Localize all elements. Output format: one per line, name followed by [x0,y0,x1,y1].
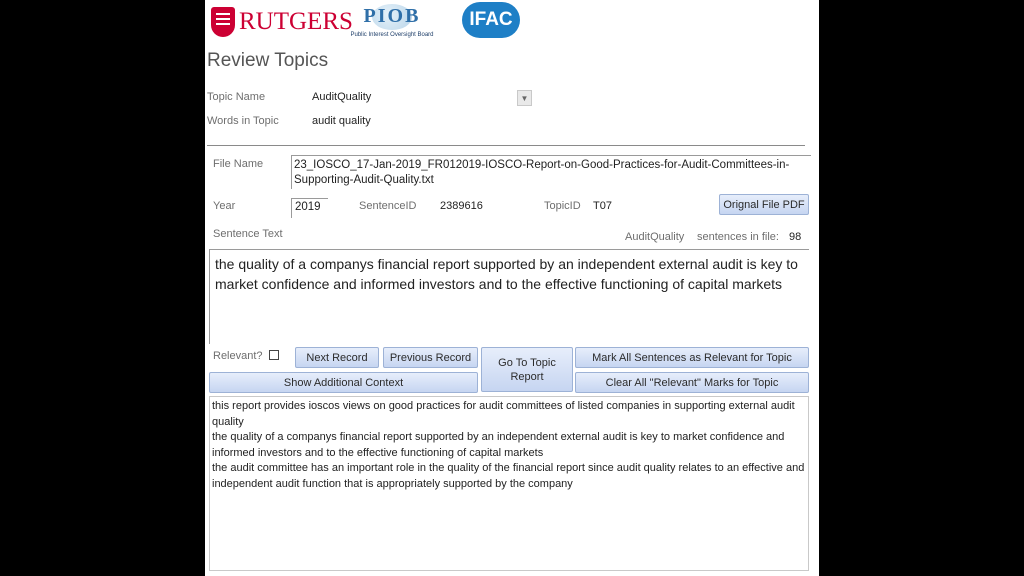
file-name-label: File Name [213,158,264,170]
context-sentence: this report provides ioscos views on goo… [212,400,795,428]
chevron-down-icon[interactable]: ▼ [517,90,532,106]
clear-all-relevant-button[interactable]: Clear All "Relevant" Marks for Topic [575,372,809,393]
topic-id-label: TopicID [544,200,581,212]
review-topics-form: RUTGERS PIOB Public Interest Oversight B… [205,0,819,576]
rutgers-wordmark: RUTGERS [239,8,353,35]
mark-all-relevant-button[interactable]: Mark All Sentences as Relevant for Topic [575,347,809,368]
additional-context-area[interactable]: this report provides ioscos views on goo… [209,396,809,571]
relevant-checkbox[interactable] [269,350,279,360]
rutgers-shield-icon [211,7,235,37]
divider [207,145,805,146]
next-record-button[interactable]: Next Record [295,347,379,368]
piob-subtitle: Public Interest Oversight Board [350,32,434,38]
ifac-logo: IFAC [462,2,520,38]
ifac-wordmark: IFAC [469,9,513,30]
page-title: Review Topics [207,50,329,71]
topic-id-value: T07 [593,200,612,212]
original-file-pdf-button[interactable]: Orignal File PDF [719,194,809,215]
context-sentence: the audit committee has an important rol… [212,462,805,490]
context-sentence: the quality of a companys financial repo… [212,431,785,459]
relevant-label: Relevant? [213,350,263,362]
words-in-topic-label: Words in Topic [207,115,279,127]
sentence-id-value: 2389616 [440,200,483,212]
rutgers-logo: RUTGERS [211,6,353,38]
go-to-topic-report-button[interactable]: Go To Topic Report [481,347,573,392]
sentence-text-label: Sentence Text [213,228,283,240]
sentence-id-label: SentenceID [359,200,417,212]
previous-record-button[interactable]: Previous Record [383,347,478,368]
topic-name-select[interactable]: AuditQuality [312,91,371,103]
sentences-in-file-topic: AuditQuality [625,231,685,243]
piob-wordmark: PIOB [363,5,421,27]
sentences-in-file-label: sentences in file: [697,231,779,243]
sentences-in-file-count: 98 [789,231,802,243]
piob-logo: PIOB Public Interest Oversight Board [347,4,437,42]
words-in-topic-value: audit quality [312,115,371,127]
year-field[interactable]: 2019 [291,198,328,218]
topic-name-label: Topic Name [207,91,266,103]
show-additional-context-button[interactable]: Show Additional Context [209,372,478,393]
sentence-text-field[interactable]: the quality of a companys financial repo… [209,249,809,344]
year-label: Year [213,200,236,212]
file-name-field[interactable]: 23_IOSCO_17-Jan-2019_FR012019-IOSCO-Repo… [291,155,811,189]
